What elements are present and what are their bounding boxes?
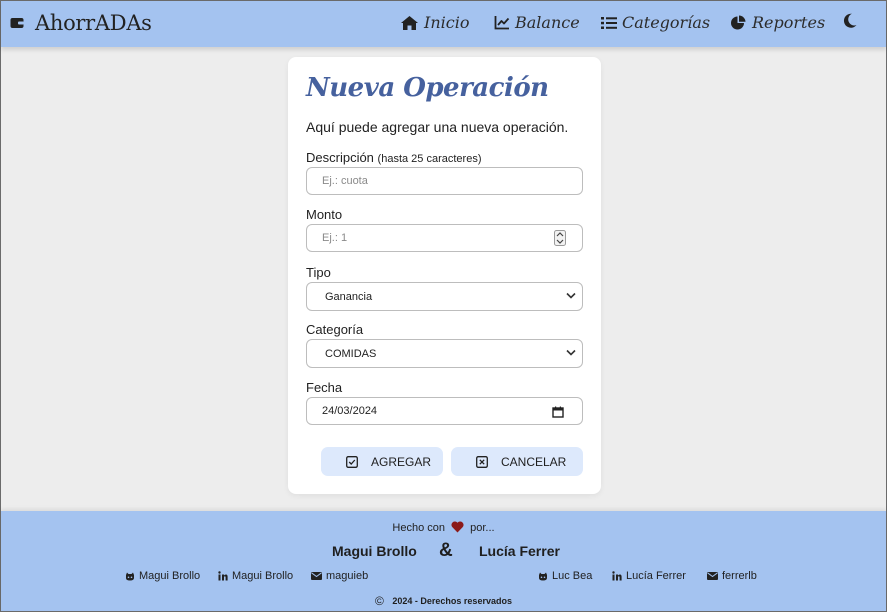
linkedin-link-2-label: Lucía Ferrer: [626, 570, 686, 582]
heart-icon: [451, 521, 464, 533]
fecha-value: 24/03/2024: [322, 405, 378, 417]
page-title: Nueva Operación: [306, 73, 549, 103]
descripcion-label: Descripción (hasta 25 caracteres): [306, 150, 481, 165]
brand[interactable]: AhorrADAs: [10, 11, 152, 35]
monto-input[interactable]: [306, 224, 583, 252]
add-button-label: AGREGAR: [371, 454, 432, 469]
wallet-icon: [10, 18, 24, 28]
chevron-down-icon: [566, 349, 576, 356]
linkedin-icon: [612, 571, 622, 581]
calendar-icon[interactable]: [552, 406, 564, 418]
tipo-select[interactable]: Ganancia: [306, 282, 583, 311]
monto-field: [288, 224, 601, 253]
footer: Hecho con por... Magui Brollo & Lucía Fe…: [1, 511, 886, 611]
email-link-1-label: maguieb: [326, 570, 369, 582]
square-check-icon: [346, 455, 358, 468]
linkedin-link-2[interactable]: Lucía Ferrer: [612, 570, 686, 582]
nav-item-categorias[interactable]: Categorías: [601, 13, 710, 32]
ampersand: &: [439, 540, 453, 561]
made-with-text: Hecho con por...: [1, 521, 886, 534]
theme-toggle[interactable]: [843, 13, 862, 28]
home-icon: [401, 15, 418, 30]
categoria-selected-value: COMIDAS: [325, 347, 377, 360]
number-spinner-icon[interactable]: [554, 230, 566, 246]
email-link-2[interactable]: ferrerlb: [707, 570, 757, 582]
github-icon: [539, 572, 547, 580]
fecha-label: Fecha: [306, 380, 343, 395]
navbar: AhorrADAs Inicio Balance Categorías Repo…: [1, 1, 886, 47]
nav-label-reportes: Reportes: [752, 13, 826, 32]
nav-item-balance[interactable]: Balance: [494, 13, 580, 32]
nav-label-inicio: Inicio: [424, 13, 470, 32]
made-with-after: por...: [470, 522, 495, 534]
add-button[interactable]: AGREGAR: [321, 447, 443, 476]
nav-item-inicio[interactable]: Inicio: [400, 13, 469, 32]
pie-chart-icon: [731, 14, 746, 29]
cancel-button[interactable]: CANCELAR: [451, 447, 583, 476]
fecha-input[interactable]: 24/03/2024: [306, 397, 583, 425]
linkedin-icon: [218, 571, 228, 581]
email-icon: [311, 572, 322, 580]
nav-item-reportes[interactable]: Reportes: [730, 13, 825, 32]
nav-label-categorias: Categorías: [622, 13, 711, 32]
made-with-before: Hecho con: [392, 522, 445, 534]
linkedin-link-1-label: Magui Brollo: [232, 570, 294, 582]
nav-label-balance: Balance: [515, 13, 580, 32]
tipo-label: Tipo: [306, 265, 331, 280]
cancel-button-label: CANCELAR: [501, 454, 567, 469]
list-icon: [601, 16, 617, 29]
brand-label: AhorrADAs: [35, 11, 152, 35]
monto-label: Monto: [306, 207, 343, 222]
github-link-1[interactable]: Magui Brollo: [125, 570, 200, 582]
github-link-2[interactable]: Luc Bea: [538, 570, 592, 582]
square-x-icon: [476, 455, 488, 468]
email-link-1[interactable]: maguieb: [311, 570, 368, 582]
descripcion-input[interactable]: [306, 167, 583, 195]
copyright-text: 2024 - Derechos reservados: [392, 596, 512, 606]
moon-icon: [843, 13, 857, 28]
copyright: © 2024 - Derechos reservados: [1, 594, 886, 608]
categoria-select[interactable]: COMIDAS: [306, 339, 583, 368]
author-2: Lucía Ferrer: [479, 543, 560, 559]
email-icon: [707, 572, 718, 580]
author-1: Magui Brollo: [332, 543, 417, 559]
chevron-down-icon: [566, 292, 576, 299]
github-link-1-label: Magui Brollo: [139, 570, 201, 582]
email-link-2-label: ferrerlb: [722, 570, 757, 582]
categoria-label: Categoría: [306, 322, 364, 337]
new-operation-card: Nueva Operación Aquí puede agregar una n…: [288, 57, 601, 494]
github-link-2-label: Luc Bea: [552, 570, 593, 582]
linkedin-link-1[interactable]: Magui Brollo: [218, 570, 293, 582]
chart-line-icon: [494, 16, 510, 30]
descripcion-hint: (hasta 25 caracteres): [377, 153, 482, 165]
page-subtitle: Aquí puede agregar una nueva operación.: [306, 119, 569, 135]
github-icon: [126, 572, 134, 580]
descripcion-label-text: Descripción: [306, 150, 374, 165]
tipo-selected-value: Ganancia: [325, 290, 373, 303]
copyright-symbol: ©: [375, 594, 384, 608]
